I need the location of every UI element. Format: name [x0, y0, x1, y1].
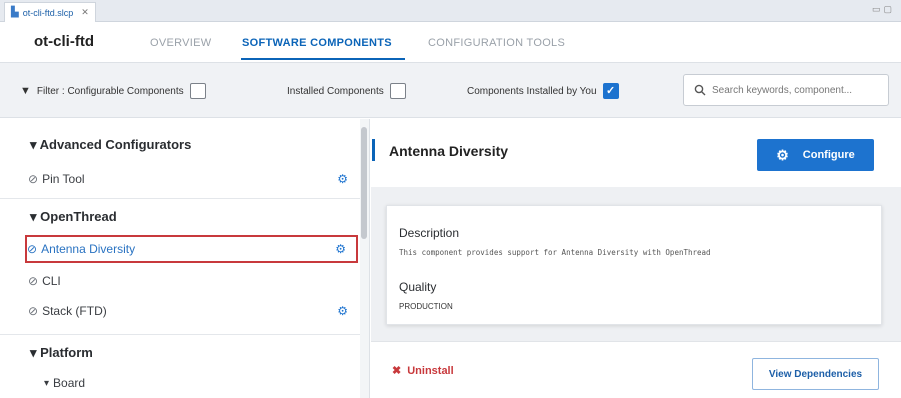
- tree-item-antenna-diversity[interactable]: ⊘ Antenna Diversity ⚙: [25, 235, 358, 263]
- group-openthread: ▾ OpenThread ⊘ Antenna Diversity ⚙ ⊘ CLI…: [0, 199, 360, 335]
- window-controls-icon[interactable]: ▭▢: [872, 4, 895, 15]
- tab-configuration-tools[interactable]: CONFIGURATION TOOLS: [428, 37, 565, 49]
- tree-item-label: Antenna Diversity: [41, 242, 136, 256]
- filter-by-you-label: Components Installed by You: [467, 85, 597, 97]
- detail-footer: ✖ Uninstall View Dependencies: [371, 341, 901, 398]
- uninstall-label: Uninstall: [407, 364, 454, 377]
- tree-scrollbar[interactable]: [361, 127, 367, 239]
- check-circle-icon: ⊘: [28, 172, 39, 186]
- editor-tab-strip: ▙ ot-cli-ftd.slcp ✕ ▭▢: [0, 0, 901, 22]
- tree-item-label: Pin Tool: [42, 172, 85, 186]
- project-icon: ▙: [11, 7, 19, 18]
- description-card: Description This component provides supp…: [386, 205, 882, 325]
- detail-header: Antenna Diversity ⚙ Configure: [371, 119, 901, 187]
- configure-label: Configure: [802, 149, 855, 161]
- active-tab-indicator: [241, 58, 405, 60]
- group-name: Advanced Configurators: [39, 137, 192, 152]
- tab-overview[interactable]: OVERVIEW: [150, 37, 212, 49]
- tree-item-cli[interactable]: ⊘ CLI: [28, 267, 358, 295]
- filter-by-you: Components Installed by You ✓: [467, 83, 619, 99]
- quality-value: PRODUCTION: [399, 302, 453, 311]
- search-box[interactable]: [683, 74, 889, 106]
- tree-item-stack-ftd[interactable]: ⊘ Stack (FTD) ⚙: [28, 297, 358, 325]
- group-header[interactable]: ▾ Advanced Configurators: [30, 137, 191, 153]
- tree-subgroup-board[interactable]: ▾ Board: [44, 369, 374, 397]
- configure-button[interactable]: ⚙ Configure: [757, 139, 874, 171]
- search-icon: [694, 84, 706, 96]
- description-text: This component provides support for Ante…: [399, 248, 711, 257]
- component-tree: ▾ Advanced Configurators ⊘ Pin Tool ⚙ ▾ …: [0, 119, 370, 398]
- component-detail: Antenna Diversity ⚙ Configure Descriptio…: [371, 119, 901, 398]
- tree-item-label: Board: [53, 376, 86, 390]
- editor-tab[interactable]: ▙ ot-cli-ftd.slcp ✕: [4, 2, 96, 22]
- filter-icon: ▼: [20, 85, 31, 97]
- component-title: Antenna Diversity: [389, 143, 509, 159]
- description-label: Description: [399, 226, 460, 240]
- chevron-down-icon: ▾: [44, 377, 50, 389]
- filter-installed: Installed Components: [287, 83, 406, 99]
- by-you-checkbox[interactable]: ✓: [602, 83, 619, 99]
- quality-label: Quality: [399, 280, 437, 294]
- header: ot-cli-ftd OVERVIEW SOFTWARE COMPONENTS …: [0, 22, 901, 60]
- group-platform: ▾ Platform ▾ Board: [0, 335, 360, 398]
- tree-item-label: CLI: [42, 274, 61, 288]
- editor-tab-title: ot-cli-ftd.slcp: [22, 7, 74, 18]
- group-header[interactable]: ▾ Platform: [30, 345, 93, 361]
- tab-software-components[interactable]: SOFTWARE COMPONENTS: [242, 37, 392, 49]
- gears-icon[interactable]: ⚙: [337, 172, 348, 186]
- uninstall-button[interactable]: ✖ Uninstall: [392, 364, 454, 378]
- search-input[interactable]: [712, 84, 882, 96]
- tree-item-pin-tool[interactable]: ⊘ Pin Tool ⚙: [28, 165, 358, 193]
- view-dependencies-button[interactable]: View Dependencies: [752, 358, 879, 390]
- close-tab-icon[interactable]: ✕: [81, 7, 89, 18]
- page-title: ot-cli-ftd: [34, 33, 94, 50]
- filter-bar: ▼ Filter : Configurable Components Insta…: [0, 62, 901, 118]
- filter-installed-label: Installed Components: [287, 85, 384, 97]
- gear-icon[interactable]: ⚙: [337, 304, 348, 318]
- title-accent-bar: [372, 139, 375, 161]
- gear-icon: ⚙: [776, 146, 789, 163]
- installed-checkbox[interactable]: [389, 83, 406, 99]
- close-icon: ✖: [392, 365, 402, 377]
- check-circle-icon: ⊘: [28, 274, 39, 288]
- gear-icon[interactable]: ⚙: [335, 242, 346, 256]
- configurable-checkbox[interactable]: [189, 83, 206, 99]
- group-name: OpenThread: [40, 209, 117, 224]
- group-name: Platform: [40, 345, 93, 360]
- group-header[interactable]: ▾ OpenThread: [30, 209, 117, 225]
- filter-configurable-label: Filter : Configurable Components: [36, 85, 184, 97]
- tree-item-label: Stack (FTD): [42, 304, 107, 318]
- check-circle-icon: ⊘: [28, 304, 39, 318]
- filter-configurable: ▼ Filter : Configurable Components: [20, 83, 206, 99]
- group-advanced-configurators: ▾ Advanced Configurators ⊘ Pin Tool ⚙: [0, 119, 360, 199]
- check-circle-icon: ⊘: [27, 242, 38, 256]
